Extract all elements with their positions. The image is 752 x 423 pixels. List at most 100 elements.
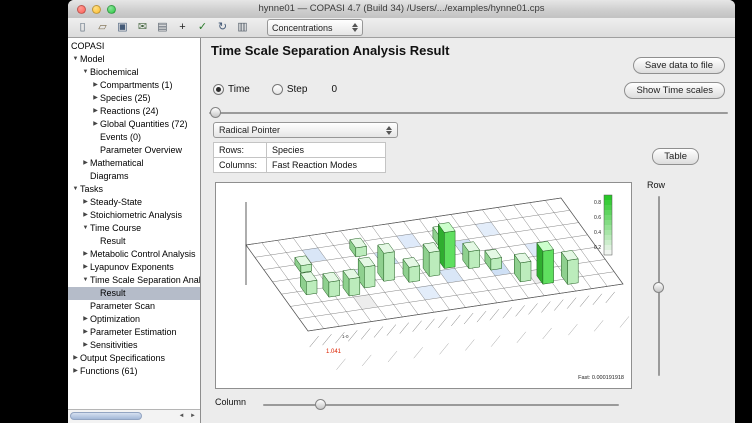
time-slider-knob[interactable] (210, 107, 221, 118)
scrollbar-thumb[interactable] (70, 412, 142, 420)
tree-item-biochemical[interactable]: ▼Biochemical (68, 66, 200, 79)
tree-item-label: Tasks (80, 183, 103, 196)
main-panel: Time Scale Separation Analysis Result Sa… (201, 38, 735, 423)
tree-collapsed-icon[interactable]: ▶ (81, 339, 90, 352)
column-slider[interactable] (263, 399, 619, 410)
tree-item-label: Model (80, 53, 105, 66)
tree-item-label: Time Scale Separation Anal (90, 274, 200, 287)
open-folder-icon[interactable]: ▱ (94, 20, 111, 35)
tree-item-parameter-overview[interactable]: Parameter Overview (68, 144, 200, 157)
time-radio[interactable] (213, 84, 224, 95)
tree-item-parameter-scan[interactable]: Parameter Scan (68, 300, 200, 313)
tree-item-metabolic-control-analysis[interactable]: ▶Metabolic Control Analysis (68, 248, 200, 261)
column-slider-knob[interactable] (315, 399, 326, 410)
tree-expanded-icon[interactable]: ▼ (81, 274, 90, 287)
add-icon[interactable]: + (174, 20, 191, 35)
tree-item-events-0[interactable]: Events (0) (68, 131, 200, 144)
tree-item-diagrams[interactable]: Diagrams (68, 170, 200, 183)
update-icon[interactable]: ↻ (214, 20, 231, 35)
time-slider[interactable] (209, 107, 728, 118)
tree-item-global-quantities-72[interactable]: ▶Global Quantities (72) (68, 118, 200, 131)
tree-expanded-icon[interactable]: ▼ (71, 183, 80, 196)
tree-collapsed-icon[interactable]: ▶ (71, 352, 80, 365)
tree-item-compartments-1[interactable]: ▶Compartments (1) (68, 79, 200, 92)
tree-item-model[interactable]: ▼Model (68, 53, 200, 66)
tree-item-time-course[interactable]: ▼Time Course (68, 222, 200, 235)
tree-collapsed-icon[interactable]: ▶ (81, 313, 90, 326)
concentrations-dropdown[interactable]: Concentrations (267, 19, 363, 36)
pointer-dropdown[interactable]: Radical Pointer (213, 122, 398, 138)
app-window: hynne01 — COPASI 4.7 (Build 34) /Users/.… (68, 0, 735, 423)
tree-item-sensitivities[interactable]: ▶Sensitivities (68, 339, 200, 352)
row-slider[interactable] (653, 196, 664, 376)
tree-item-label: Lyapunov Exponents (90, 261, 174, 274)
rows-label: Rows: (214, 143, 267, 158)
show-time-scales-button[interactable]: Show Time scales (624, 82, 725, 99)
tree-collapsed-icon[interactable]: ▶ (71, 365, 80, 378)
tree-collapsed-icon[interactable]: ▶ (81, 209, 90, 222)
svg-text:1-0: 1-0 (342, 334, 349, 339)
page-title: Time Scale Separation Analysis Result (211, 43, 449, 58)
tree-collapsed-icon[interactable]: ▶ (81, 261, 90, 274)
tree-collapsed-icon[interactable]: ▶ (91, 105, 100, 118)
tree-item-tasks[interactable]: ▼Tasks (68, 183, 200, 196)
toolbar: ▯▱▣✉▤+✓↻▥ Concentrations (68, 18, 735, 38)
table-button[interactable]: Table (652, 148, 699, 165)
tree-item-copasi[interactable]: COPASI (68, 40, 200, 53)
new-file-icon[interactable]: ▯ (74, 20, 91, 35)
tree-item-steady-state[interactable]: ▶Steady-State (68, 196, 200, 209)
svg-text:1.041: 1.041 (326, 349, 342, 355)
tree-collapsed-icon[interactable]: ▶ (81, 157, 90, 170)
save-data-button[interactable]: Save data to file (633, 57, 725, 74)
save-icon[interactable]: ▣ (114, 20, 131, 35)
pointer-dropdown-value: Radical Pointer (219, 125, 280, 135)
step-radio[interactable] (272, 84, 283, 95)
tree-item-result[interactable]: Result (68, 235, 200, 248)
tree-item-time-scale-separation-anal[interactable]: ▼Time Scale Separation Anal (68, 274, 200, 287)
tree-item-label: Diagrams (90, 170, 129, 183)
apply-check-icon[interactable]: ✓ (194, 20, 211, 35)
tree-item-output-specifications[interactable]: ▶Output Specifications (68, 352, 200, 365)
tree-collapsed-icon[interactable]: ▶ (81, 326, 90, 339)
tree-item-label: Global Quantities (72) (100, 118, 188, 131)
row-slider-knob[interactable] (653, 282, 664, 293)
scrollbar-arrow-icons[interactable]: ◄ ► (178, 410, 198, 422)
tree-item-label: Biochemical (90, 66, 139, 79)
tree-item-species-25[interactable]: ▶Species (25) (68, 92, 200, 105)
tree-item-label: Result (100, 235, 126, 248)
tree-item-label: COPASI (71, 40, 104, 53)
tree-collapsed-icon[interactable]: ▶ (81, 196, 90, 209)
tree-item-result[interactable]: Result (68, 287, 200, 300)
tree-item-functions-61[interactable]: ▶Functions (61) (68, 365, 200, 378)
tree-item-optimization[interactable]: ▶Optimization (68, 313, 200, 326)
pointer-dropdown-stepper-icon (386, 126, 392, 135)
tree-item-stoichiometric-analysis[interactable]: ▶Stoichiometric Analysis (68, 209, 200, 222)
time-radio-label: Time (228, 84, 250, 95)
tree-item-parameter-estimation[interactable]: ▶Parameter Estimation (68, 326, 200, 339)
tree-collapsed-icon[interactable]: ▶ (91, 92, 100, 105)
sidebar-horizontal-scrollbar[interactable]: ◄ ► (68, 409, 200, 423)
view-settings-icon[interactable]: ▥ (234, 20, 251, 35)
table-row: Columns: Fast Reaction Modes (214, 158, 386, 173)
step-radio-label: Step (287, 84, 308, 95)
tree-item-lyapunov-exponents[interactable]: ▶Lyapunov Exponents (68, 261, 200, 274)
tree-item-reactions-24[interactable]: ▶Reactions (24) (68, 105, 200, 118)
print-icon[interactable]: ▤ (154, 20, 171, 35)
tree-expanded-icon[interactable]: ▼ (81, 222, 90, 235)
plot-canvas: 0.80.60.40.21-01.041Fast: 0.000191918 (216, 183, 631, 388)
export-mail-icon[interactable]: ✉ (134, 20, 151, 35)
time-slider-track[interactable] (209, 112, 728, 114)
svg-text:0.6: 0.6 (594, 215, 601, 221)
svg-text:0.2: 0.2 (594, 245, 601, 251)
tree-collapsed-icon[interactable]: ▶ (91, 79, 100, 92)
sidebar: COPASI▼Model▼Biochemical▶Compartments (1… (68, 38, 201, 423)
title-bar[interactable]: hynne01 — COPASI 4.7 (Build 34) /Users/.… (68, 0, 735, 19)
dropdown-stepper-icon (352, 23, 358, 32)
tree-expanded-icon[interactable]: ▼ (81, 66, 90, 79)
tree-item-mathematical[interactable]: ▶Mathematical (68, 157, 200, 170)
tree-collapsed-icon[interactable]: ▶ (91, 118, 100, 131)
columns-label: Columns: (214, 158, 267, 173)
tree-expanded-icon[interactable]: ▼ (71, 53, 80, 66)
tree-collapsed-icon[interactable]: ▶ (81, 248, 90, 261)
window-title: hynne01 — COPASI 4.7 (Build 34) /Users/.… (68, 0, 735, 18)
